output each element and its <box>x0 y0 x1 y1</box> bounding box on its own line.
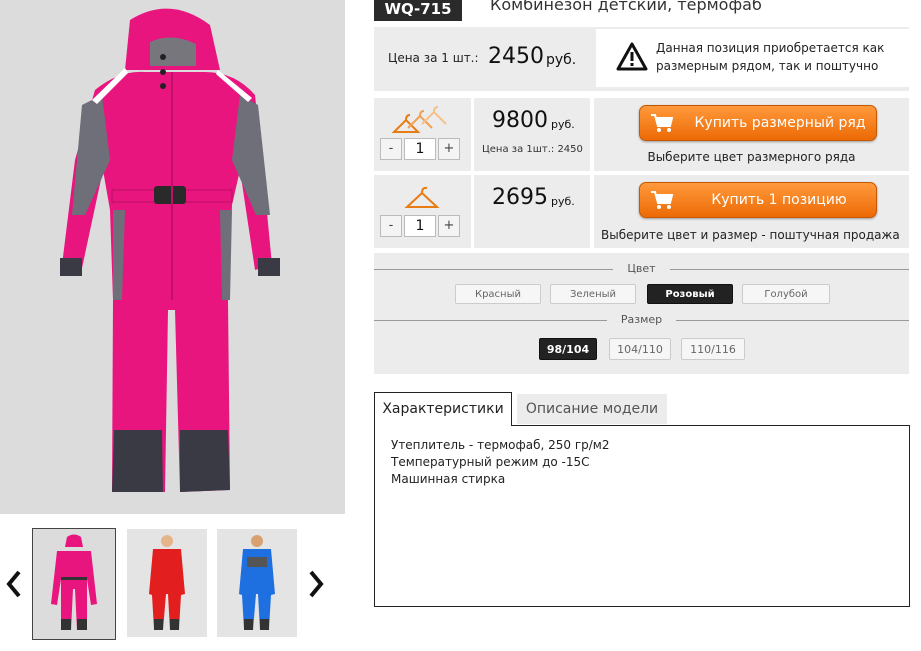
color-option-pink[interactable]: Розовый <box>647 284 733 304</box>
red-snowsuit-thumbnail <box>127 529 207 637</box>
color-section-title: Цвет <box>374 262 909 276</box>
size-section-title: Размер <box>374 313 909 327</box>
sku-badge: WQ-715 <box>374 0 462 21</box>
price-panel: Цена за 1 шт.: 2450 руб. Данная позиция … <box>374 27 909 91</box>
cart-icon <box>651 114 674 132</box>
single-quantity-decrement[interactable]: - <box>380 215 402 237</box>
price-value: 2450 <box>488 44 544 69</box>
buy-size-set-label: Купить размерный ряд <box>694 115 866 131</box>
single-quantity-increment[interactable]: + <box>438 215 460 237</box>
size-option-110-116[interactable]: 110/116 <box>681 338 745 360</box>
hanger-icon <box>404 186 440 208</box>
tab-panel-characteristics: Утеплитель - термофаб, 250 гр/м2 Темпера… <box>374 425 910 607</box>
buy-single-button[interactable]: Купить 1 позицию <box>639 182 877 218</box>
set-total-cell: 9800 руб. Цена за 1шт.: 2450 <box>474 98 590 171</box>
characteristic-line: Машинная стирка <box>391 472 506 486</box>
set-unit-price-note: Цена за 1шт.: 2450 <box>482 144 583 155</box>
size-option-98-104[interactable]: 98/104 <box>539 338 597 360</box>
single-total-value: 2695 <box>492 185 548 210</box>
chevron-left-icon <box>6 570 21 598</box>
tab-description[interactable]: Описание модели <box>517 394 667 424</box>
buy-single-label: Купить 1 позицию <box>711 192 847 208</box>
characteristic-line: Утеплитель - термофаб, 250 гр/м2 <box>391 438 610 452</box>
set-quantity-input[interactable]: 1 <box>404 138 436 160</box>
thumbnail-red[interactable] <box>127 529 207 637</box>
set-hint: Выберите цвет размерного ряда <box>647 150 856 164</box>
options-panel: Цвет Красный Зеленый Розовый Голубой Раз… <box>374 253 909 374</box>
set-quantity-cell: - 1 + <box>374 98 471 171</box>
price-label: Цена за 1 шт.: <box>388 51 479 65</box>
set-quantity-decrement[interactable]: - <box>380 138 402 160</box>
buy-size-set-button[interactable]: Купить размерный ряд <box>639 105 877 141</box>
pink-snowsuit-thumbnail <box>33 529 115 639</box>
single-total-unit: руб. <box>551 195 575 208</box>
thumbnail-blue[interactable] <box>217 529 297 637</box>
color-option-red[interactable]: Красный <box>455 284 541 304</box>
size-title: Размер <box>606 313 677 326</box>
product-title: Комбинезон детский, термофаб <box>490 0 762 14</box>
thumbnail-pink[interactable] <box>32 528 116 640</box>
tab-characteristics[interactable]: Характеристики <box>374 392 512 426</box>
chevron-right-icon <box>309 570 324 598</box>
color-option-green[interactable]: Зеленый <box>550 284 636 304</box>
cart-icon <box>651 191 674 209</box>
set-total-unit: руб. <box>551 118 575 131</box>
single-quantity-input[interactable]: 1 <box>404 215 436 237</box>
color-option-blue[interactable]: Голубой <box>742 284 830 304</box>
buy-set-row: - 1 + 9800 руб. Цена за 1шт.: 2450 Купит… <box>374 98 909 171</box>
single-total-cell: 2695 руб. <box>474 175 590 248</box>
pink-snowsuit-image <box>0 0 345 514</box>
size-option-104-110[interactable]: 104/110 <box>609 338 671 360</box>
single-quantity-cell: - 1 + <box>374 175 471 248</box>
price-unit: руб. <box>546 52 577 68</box>
purchase-notice: Данная позиция приобретается как размерн… <box>596 29 909 87</box>
buy-single-row: - 1 + 2695 руб. Купить 1 позицию Выберит… <box>374 175 909 248</box>
characteristic-line: Температурный режим до -15С <box>391 455 590 469</box>
blue-snowsuit-thumbnail <box>217 529 297 637</box>
three-hangers-icon <box>392 106 447 133</box>
set-quantity-increment[interactable]: + <box>438 138 460 160</box>
gallery-prev-button[interactable] <box>4 564 24 604</box>
set-total-value: 9800 <box>492 108 548 133</box>
notice-text: Данная позиция приобретается как размерн… <box>656 41 885 73</box>
single-hint: Выберите цвет и размер - поштучная прода… <box>601 228 900 242</box>
thumbnail-gallery <box>0 520 345 651</box>
warning-icon <box>616 42 648 71</box>
gallery-next-button[interactable] <box>306 564 326 604</box>
set-buy-cell: Купить размерный ряд Выберите цвет разме… <box>594 98 909 171</box>
single-buy-cell: Купить 1 позицию Выберите цвет и размер … <box>594 175 909 248</box>
color-title: Цвет <box>613 262 670 275</box>
main-product-image[interactable] <box>0 0 345 514</box>
